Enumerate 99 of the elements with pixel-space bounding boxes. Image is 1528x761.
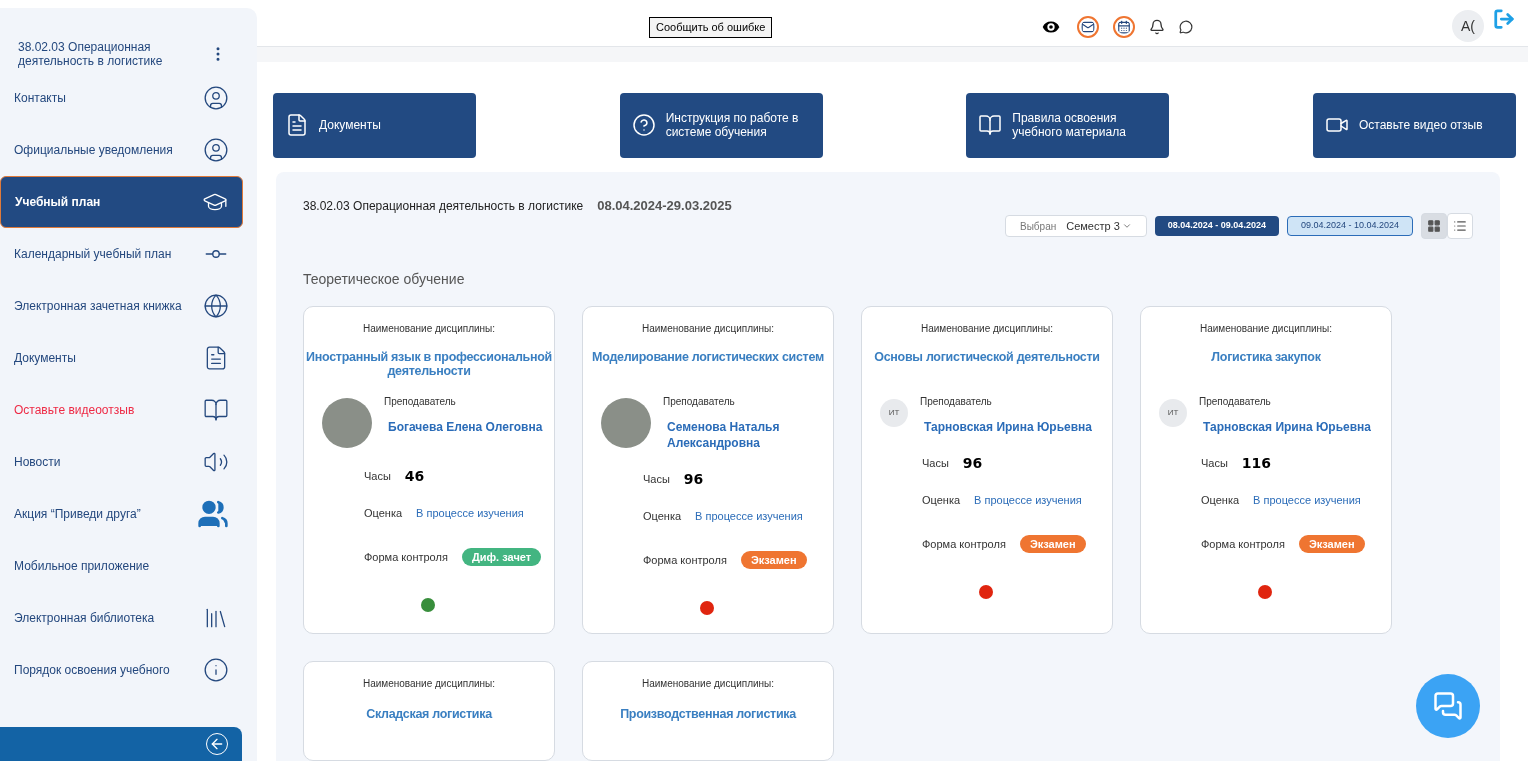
hours-value: 96	[683, 470, 704, 489]
grid-icon	[1427, 219, 1441, 233]
section-title: Теоретическое обучение	[303, 270, 466, 289]
bell-icon[interactable]	[1149, 19, 1165, 35]
sidebar-item[interactable]: Акция “Приведи друга”	[0, 488, 243, 540]
control-form-tag: Экзамен	[1019, 534, 1086, 553]
sidebar-item[interactable]: Новости	[0, 436, 243, 488]
grade-value: В процессе изучения	[416, 506, 524, 521]
hours-label: Часы	[1201, 456, 1228, 472]
report-error-button[interactable]: Сообщить об ошибке	[649, 17, 773, 38]
sidebar-item[interactable]: Электронная зачетная книжка	[0, 280, 243, 332]
hours-value: 96	[962, 454, 983, 473]
discipline-card[interactable]: Наименование дисциплины: Производственная логистика	[582, 661, 834, 761]
control-form-tag: Диф. зачет	[461, 547, 542, 566]
teacher-label: Преподаватель	[663, 395, 736, 409]
teacher-name[interactable]: Тарновская Ирина Юрьевна	[924, 419, 1093, 435]
user-avatar[interactable]: А(	[1452, 10, 1484, 42]
sidebar-item[interactable]: Мобильное приложение	[0, 540, 243, 592]
calendar-icon[interactable]	[1113, 16, 1135, 38]
person-icon	[203, 85, 229, 111]
globe-icon	[203, 293, 229, 319]
control-form-tag: Экзамен	[740, 550, 807, 569]
date-range-tab[interactable]: 08.04.2024 - 09.04.2024	[1154, 216, 1279, 236]
control-form-tag: Экзамен	[1298, 534, 1365, 553]
grade-label: Оценка	[922, 493, 961, 508]
discipline-title: Производственная логистика	[620, 707, 796, 721]
grade-label: Оценка	[1201, 493, 1240, 508]
discipline-label: Наименование дисциплины:	[362, 677, 496, 691]
program-title: 38.02.03 Операционная деятельность в логистике	[18, 40, 164, 68]
teacher-label: Преподаватель	[1199, 395, 1272, 409]
discipline-label: Наименование дисциплины:	[641, 677, 775, 691]
teacher-name[interactable]: Тарновская Ирина Юрьевна	[1203, 419, 1372, 435]
info-icon	[203, 657, 229, 683]
mail-icon[interactable]	[1077, 16, 1099, 38]
document-icon	[285, 113, 309, 137]
control-form-label: Форма контроля	[1201, 536, 1285, 552]
avatar-placeholder	[322, 398, 372, 448]
discipline-title: Складская логистика	[366, 707, 492, 721]
control-form-label: Форма контроля	[922, 536, 1006, 552]
grid-view-button[interactable]	[1421, 213, 1447, 239]
book-icon	[978, 113, 1003, 137]
person-icon	[203, 137, 229, 163]
discipline-card[interactable]: Наименование дисциплины: Моделирование логистических систем Преподаватель Семенова Наталья Александровна Часы 96 Оценка В процессе изучения Форма контроля Экзамен	[582, 306, 834, 634]
discipline-card[interactable]: Наименование дисциплины: Иностранный язык в профессиональной деятельности Преподаватель Богачева Елена Олеговна Часы 46 Оценка В процессе изучения Форма контроля Диф. зачет	[303, 306, 555, 634]
quick-link-button[interactable]: Инструкция по работе в системе обучения	[619, 92, 823, 158]
sidebar-item[interactable]: Календарный учебный план	[0, 228, 243, 280]
date-range-tab[interactable]: 09.04.2024 - 10.04.2024	[1286, 216, 1413, 236]
discipline-label: Наименование дисциплины:	[641, 322, 775, 336]
chevron-down-icon	[1121, 221, 1132, 231]
period-dates: 08.04.2024-29.03.2025	[597, 196, 732, 215]
discipline-title: Иностранный язык в профессиональной деятельности	[306, 350, 552, 380]
grade-value: В процессе изучения	[1253, 493, 1361, 508]
avatar-initials: ИТ	[1159, 399, 1187, 427]
control-form-label: Форма контроля	[643, 552, 727, 568]
list-icon	[1453, 219, 1467, 233]
list-view-button[interactable]	[1447, 213, 1473, 239]
grade-label: Оценка	[643, 509, 682, 524]
avatar-placeholder	[601, 398, 651, 448]
chat-icon[interactable]	[1179, 20, 1193, 34]
semester-select[interactable]: Выбран Семестр 3	[1005, 215, 1147, 237]
question-icon	[631, 113, 656, 137]
quick-link-button[interactable]: Оставьте видео отзыв	[1312, 92, 1516, 158]
discipline-label: Наименование дисциплины:	[920, 322, 1054, 336]
teacher-name[interactable]: Семенова Наталья Александровна	[667, 419, 827, 451]
book-icon	[203, 397, 229, 423]
hours-label: Часы	[922, 456, 949, 472]
hours-label: Часы	[643, 472, 670, 488]
grade-label: Оценка	[364, 506, 403, 521]
sidebar-item[interactable]: Электронная библиотека	[0, 592, 243, 644]
sidebar-item[interactable]: Документы	[0, 332, 243, 384]
teacher-label: Преподаватель	[384, 395, 457, 409]
discipline-title: Моделирование логистических систем	[592, 350, 824, 366]
sidebar-item[interactable]: Порядок освоения учебного	[0, 644, 243, 696]
discipline-card[interactable]: Наименование дисциплины: Логистика закупок ИТ Преподаватель Тарновская Ирина Юрьевна Часы 116 Оценка В процессе изучения Форма контроля Экзамен	[1140, 306, 1392, 634]
discipline-card[interactable]: Наименование дисциплины: Складская логистика	[303, 661, 555, 761]
discipline-label: Наименование дисциплины:	[362, 322, 496, 336]
discipline-title: Логистика закупок	[1211, 350, 1321, 366]
quick-link-button[interactable]: Документы	[273, 92, 476, 158]
discipline-title: Основы логистической деятельности	[874, 350, 1100, 366]
sidebar-item[interactable]: Оставьте видеоотзыв	[0, 384, 243, 436]
hours-label: Часы	[364, 469, 391, 485]
teacher-label: Преподаватель	[920, 395, 993, 409]
teacher-name[interactable]: Богачева Елена Олеговна	[388, 419, 543, 435]
sidebar-item[interactable]: Контакты	[0, 72, 243, 124]
avatar-initials: ИТ	[880, 399, 908, 427]
discipline-label: Наименование дисциплины:	[1199, 322, 1333, 336]
sidebar-item[interactable]: Учебный план	[0, 176, 243, 228]
chat-bubbles-icon	[1433, 691, 1463, 721]
control-form-label: Форма контроля	[364, 549, 448, 565]
grade-value: В процессе изучения	[974, 493, 1082, 508]
hours-value: 116	[1241, 454, 1272, 473]
people-icon	[197, 498, 229, 530]
program-name: 38.02.03 Операционная деятельность в логистике	[303, 197, 584, 215]
sidebar-item[interactable]: Официальные уведомления	[0, 124, 243, 176]
grade-value: В процессе изучения	[695, 509, 803, 524]
discipline-card[interactable]: Наименование дисциплины: Основы логистической деятельности ИТ Преподаватель Тарновская Ирина Юрьевна Часы 96 Оценка В процессе изучения Форма контроля Экзамен	[861, 306, 1113, 634]
quick-link-button[interactable]: Правила освоения учебного материала	[966, 92, 1170, 158]
logout-icon[interactable]	[1493, 8, 1515, 30]
hours-value: 46	[404, 467, 425, 486]
